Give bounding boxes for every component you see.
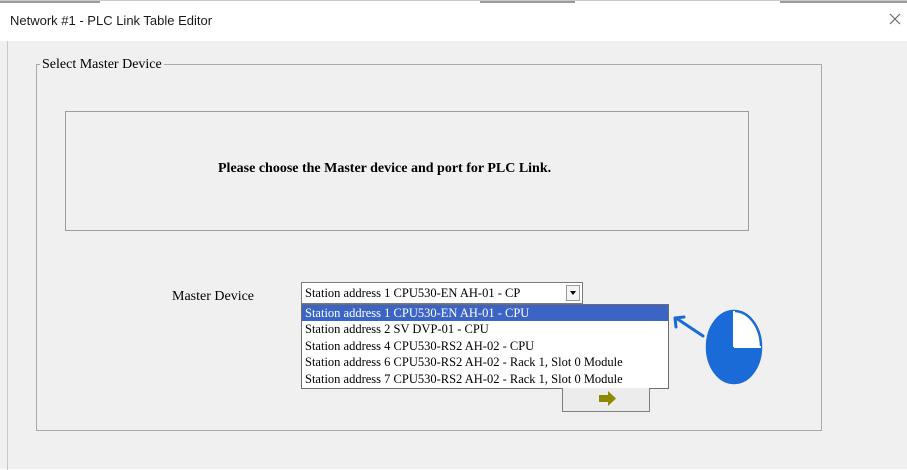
dropdown-option[interactable]: Station address 4 CPU530-RS2 AH-02 - CPU	[302, 338, 668, 354]
dropdown-selected-value: Station address 1 CPU530-EN AH-01 - CP	[305, 286, 521, 300]
timer-icon	[705, 309, 763, 385]
close-icon[interactable]	[887, 11, 903, 27]
title-bar-divider	[0, 1, 100, 3]
dropdown-option[interactable]: Station address 1 CPU530-EN AH-01 - CPU	[302, 305, 668, 322]
master-device-dropdown[interactable]: Station address 1 CPU530-EN AH-01 - CP	[301, 282, 583, 304]
plc-link-table-editor-window: Network #1 - PLC Link Table Editor Selec…	[0, 0, 907, 470]
window-title: Network #1 - PLC Link Table Editor	[10, 13, 213, 28]
title-bar-divider	[780, 1, 907, 3]
dropdown-toggle[interactable]	[566, 285, 580, 301]
master-device-options-list[interactable]: Station address 1 CPU530-EN AH-01 - CPU …	[301, 304, 669, 389]
group-legend: Select Master Device	[40, 57, 164, 73]
dropdown-option[interactable]: Station address 6 CPU530-RS2 AH-02 - Rac…	[302, 354, 668, 370]
right-arrow-icon	[599, 391, 616, 406]
next-button[interactable]	[562, 388, 650, 412]
window-left-edge	[7, 41, 8, 470]
instruction-text: Please choose the Master device and port…	[218, 161, 552, 176]
dropdown-option[interactable]: Station address 2 SV DVP-01 - CPU	[302, 321, 668, 337]
chevron-down-icon	[570, 291, 576, 295]
title-bar: Network #1 - PLC Link Table Editor	[0, 1, 907, 41]
master-device-label: Master Device	[172, 289, 255, 304]
dropdown-option[interactable]: Station address 7 CPU530-RS2 AH-02 - Rac…	[302, 371, 668, 387]
pointer-arrow-icon	[673, 315, 705, 338]
title-bar-divider	[480, 1, 575, 3]
